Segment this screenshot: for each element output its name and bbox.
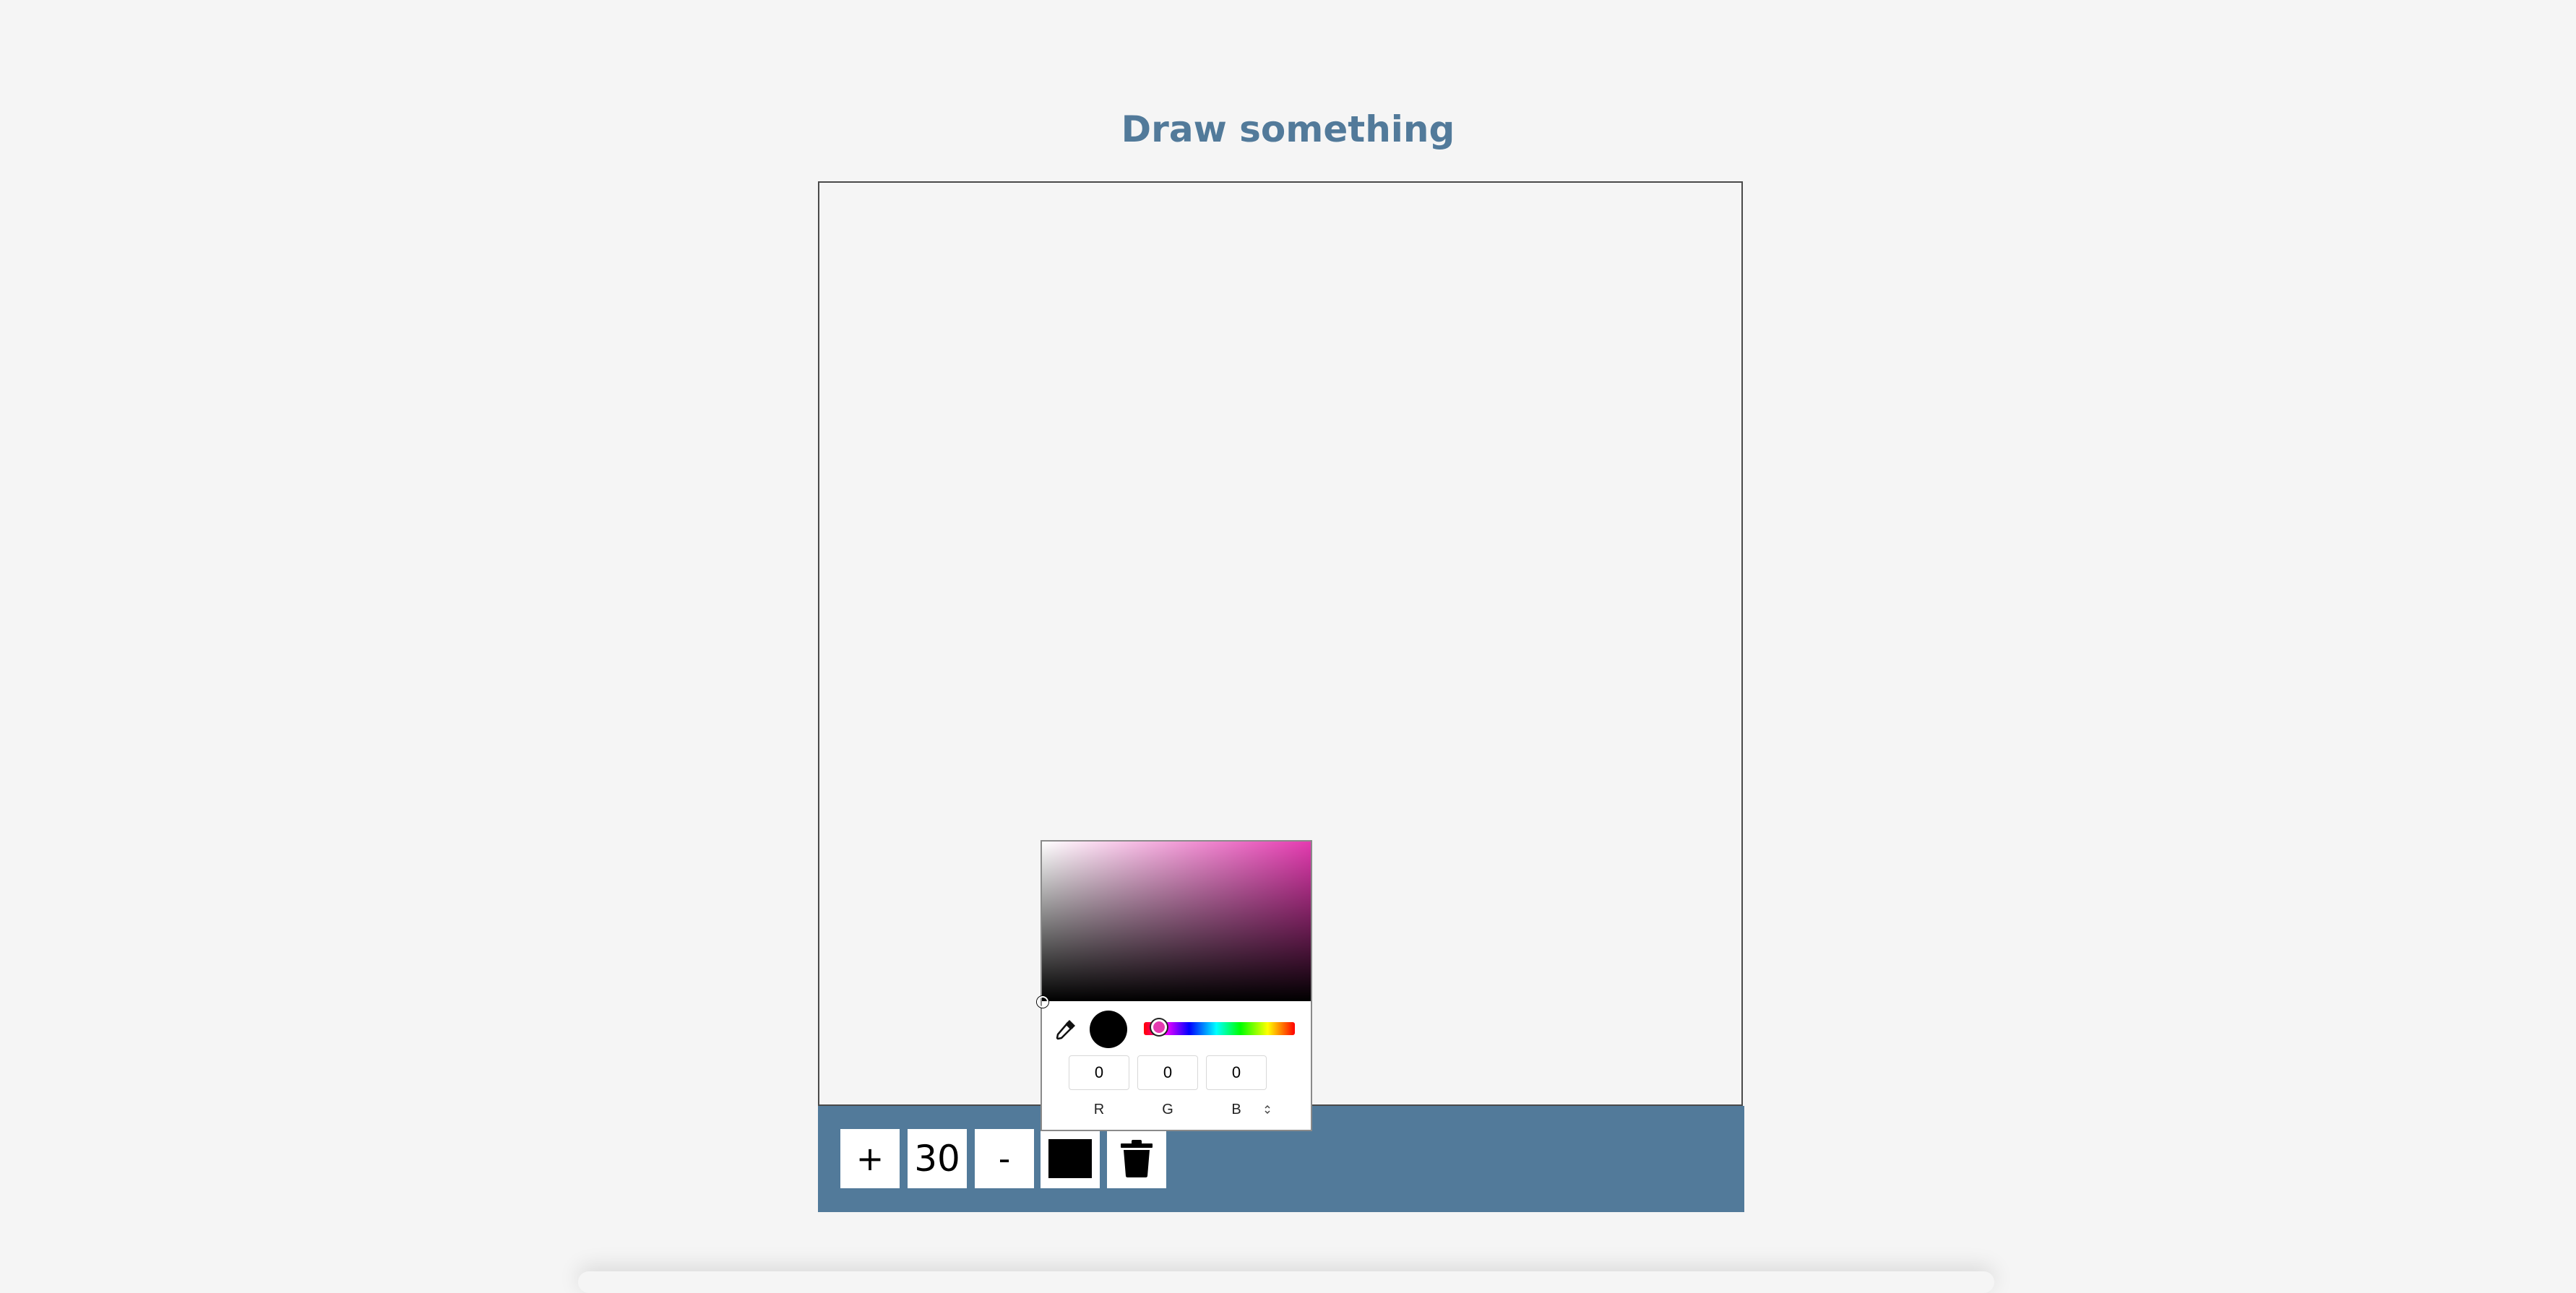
green-label: G [1162, 1102, 1173, 1117]
green-input[interactable]: 0 [1137, 1055, 1198, 1090]
chevron-up-down-icon[interactable] [1262, 1102, 1272, 1117]
increase-size-button[interactable]: + [840, 1129, 900, 1188]
blue-input[interactable]: 0 [1206, 1055, 1267, 1090]
color-picker-button[interactable] [1041, 1129, 1100, 1188]
hue-slider-handle[interactable] [1151, 1019, 1167, 1035]
page-title: Draw something [1121, 108, 1455, 150]
decrease-size-button[interactable]: - [975, 1129, 1034, 1188]
red-label: R [1093, 1102, 1105, 1117]
color-preview [1090, 1011, 1127, 1048]
color-picker-popup: 0 0 0 R G B [1037, 840, 1312, 1131]
red-input[interactable]: 0 [1069, 1055, 1129, 1090]
clear-canvas-button[interactable] [1107, 1129, 1166, 1188]
blue-label: B [1231, 1102, 1241, 1117]
saturation-area[interactable] [1042, 842, 1311, 1001]
brush-size-value: 30 [914, 1138, 960, 1180]
brush-size-display: 30 [908, 1129, 967, 1188]
bottom-panel-shadow [578, 1271, 1994, 1293]
eyedropper-icon[interactable] [1054, 1017, 1078, 1042]
saturation-handle[interactable] [1037, 996, 1048, 1008]
trash-icon [1121, 1140, 1153, 1177]
increase-size-label: + [856, 1139, 884, 1178]
current-color-swatch [1048, 1139, 1092, 1178]
decrease-size-label: - [998, 1139, 1011, 1178]
